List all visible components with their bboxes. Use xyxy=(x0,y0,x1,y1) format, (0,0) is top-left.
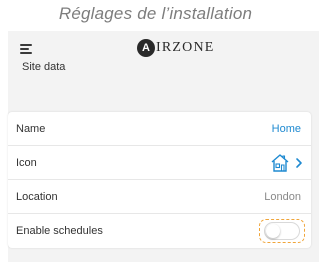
airzone-logo: A IRZONE xyxy=(137,38,215,58)
row-location[interactable]: Location London xyxy=(8,180,311,214)
toggle-highlight xyxy=(259,219,305,243)
top-bar: A IRZONE xyxy=(8,31,319,64)
row-name[interactable]: Name Home xyxy=(8,112,311,146)
name-value[interactable]: Home xyxy=(272,123,301,135)
section-title: Site data xyxy=(22,61,66,73)
row-label: Icon xyxy=(16,156,37,169)
row-label: Location xyxy=(16,190,58,203)
site-data-card: Name Home Icon Location London Enable sc… xyxy=(8,112,311,248)
logo-mark: A xyxy=(137,39,155,57)
icon-selector[interactable] xyxy=(269,152,303,174)
hamburger-menu-icon[interactable] xyxy=(20,44,32,54)
enable-schedules-toggle[interactable] xyxy=(264,222,300,240)
page-caption: Réglages de l’installation xyxy=(58,4,253,23)
house-icon xyxy=(271,154,289,172)
row-label: Enable schedules xyxy=(16,225,103,237)
row-enable-schedules: Enable schedules xyxy=(8,214,311,248)
chevron-right-icon xyxy=(296,158,302,168)
toggle-knob xyxy=(266,224,280,238)
row-icon[interactable]: Icon xyxy=(8,146,311,180)
logo-text: IRZONE xyxy=(156,40,215,55)
row-label: Name xyxy=(16,122,46,135)
location-value: London xyxy=(264,190,301,203)
